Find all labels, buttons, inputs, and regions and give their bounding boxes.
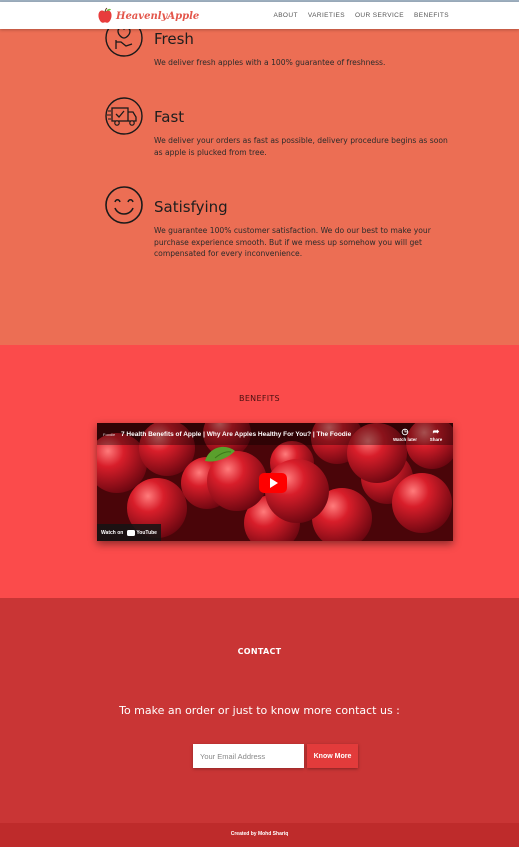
share-icon: ➦ [432,427,440,436]
brand-name: HeavenlyApple [116,10,200,22]
feature-text: We deliver your orders as fast as possib… [154,136,448,157]
email-field[interactable] [193,744,304,768]
share-label: Share [429,437,443,442]
features-section: Fresh We deliver fresh apples with a 100… [0,19,519,345]
delivery-truck-icon [105,97,143,135]
know-more-button[interactable]: Know More [307,744,358,768]
watch-later-label: Watch later [392,437,418,442]
feature-title: Fresh [154,30,194,48]
watch-later-control[interactable]: ◷ Watch later [391,427,419,442]
apple-icon [98,7,112,23]
feature-text: We deliver fresh apples with a 100% guar… [154,58,386,67]
share-control[interactable]: ➦ Share [422,427,450,442]
nav-about[interactable]: About [273,12,297,19]
play-button[interactable] [259,473,287,493]
footer-credit: Created by Mohd Shariq [230,831,289,837]
contact-tagline: To make an order or just to know more co… [119,704,400,717]
smiley-icon [105,186,143,224]
feature-title: Satisfying [154,198,228,216]
clock-icon: ◷ [401,427,409,436]
contact-section: CONTACT To make an order or just to know… [0,598,519,823]
video-title[interactable]: 7 Health Benefits of Apple | Why Are App… [121,431,351,438]
nav-our-service[interactable]: Our Service [355,12,404,19]
nav-benefits[interactable]: Benefits [414,12,449,19]
feature-title: Fast [154,108,185,126]
watch-on-youtube[interactable]: Watch on YouTube [97,524,161,541]
nav-varieties[interactable]: Varieties [308,12,345,19]
feature-text: We guarantee 100% customer satisfaction.… [154,226,431,258]
footer: Created by Mohd Shariq [0,823,519,847]
navbar: HeavenlyApple About Varieties Our Servic… [0,2,519,29]
youtube-logo: YouTube [127,529,157,536]
youtube-video-embed[interactable]: Foodie 7 Health Benefits of Apple | Why … [97,423,453,541]
youtube-icon [127,529,136,536]
benefits-section: BENEFITS Foodie 7 Health Benefits of App… [0,345,519,598]
main-nav: About Varieties Our Service Benefits [263,2,449,29]
channel-name[interactable]: Foodie [103,432,115,437]
contact-heading: CONTACT [237,647,282,656]
watch-on-label: Watch on [101,529,124,536]
brand-logo[interactable]: HeavenlyApple [96,7,199,25]
benefits-heading: BENEFITS [239,394,280,403]
